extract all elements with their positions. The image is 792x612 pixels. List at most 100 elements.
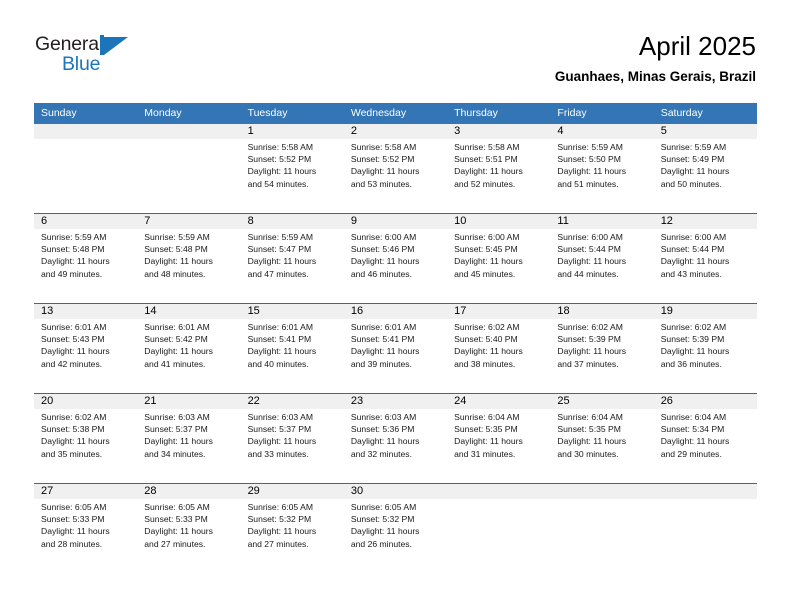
day-cell[interactable]: Sunrise: 6:01 AM Sunset: 5:43 PM Daylight:… xyxy=(34,319,137,393)
day-number[interactable]: 13 xyxy=(34,304,137,319)
day-number[interactable]: 23 xyxy=(344,394,447,409)
daylight-text-line2: and 38 minutes. xyxy=(454,358,516,369)
day-number[interactable]: 26 xyxy=(654,394,757,409)
day-number[interactable]: 2 xyxy=(344,124,447,139)
day-number[interactable]: 27 xyxy=(34,484,137,499)
day-cell[interactable]: Sunrise: 6:02 AM Sunset: 5:39 PM Daylight:… xyxy=(550,319,653,393)
daylight-text-line1: Daylight: 11 hours xyxy=(557,256,627,267)
daylight-text-line1: Daylight: 11 hours xyxy=(350,346,420,357)
day-number[interactable]: 7 xyxy=(137,214,240,229)
day-number[interactable]: 18 xyxy=(550,304,653,319)
day-number[interactable]: 6 xyxy=(34,214,137,229)
day-cell[interactable]: Sunrise: 5:58 AM Sunset: 5:51 PM Daylight:… xyxy=(447,139,550,213)
sunrise-text: Sunrise: 6:05 AM xyxy=(350,502,417,512)
day-cell[interactable]: Sunrise: 6:01 AM Sunset: 5:41 PM Daylight:… xyxy=(241,319,344,393)
day-number[interactable]: 29 xyxy=(241,484,344,499)
day-number[interactable]: 11 xyxy=(550,214,653,229)
day-number[interactable]: 28 xyxy=(137,484,240,499)
day-number[interactable]: 30 xyxy=(344,484,447,499)
day-cell[interactable]: Sunrise: 6:05 AM Sunset: 5:32 PM Daylight:… xyxy=(344,499,447,573)
daylight-text-line2: and 27 minutes. xyxy=(144,538,206,549)
sunrise-text: Sunrise: 5:59 AM xyxy=(660,142,727,152)
daylight-text-line1: Daylight: 11 hours xyxy=(247,526,317,537)
day-cell[interactable]: Sunrise: 6:02 AM Sunset: 5:38 PM Daylight:… xyxy=(34,409,137,483)
day-cell[interactable]: Sunrise: 6:00 AM Sunset: 5:45 PM Daylight:… xyxy=(447,229,550,303)
day-cell[interactable]: Sunrise: 5:59 AM Sunset: 5:47 PM Daylight:… xyxy=(241,229,344,303)
sunrise-text: Sunrise: 6:03 AM xyxy=(350,412,417,422)
day-cell-empty xyxy=(34,139,137,213)
day-number[interactable]: 3 xyxy=(447,124,550,139)
daylight-text-line1: Daylight: 11 hours xyxy=(454,346,523,357)
sunrise-text: Sunrise: 6:05 AM xyxy=(41,502,107,512)
week-detail-strip: Sunrise: 6:02 AM Sunset: 5:38 PM Daylight:… xyxy=(34,409,757,483)
daylight-text-line2: and 41 minutes. xyxy=(144,358,206,369)
day-number[interactable]: 22 xyxy=(241,394,344,409)
day-cell[interactable]: Sunrise: 6:00 AM Sunset: 5:44 PM Daylight:… xyxy=(550,229,653,303)
daylight-text-line2: and 47 minutes. xyxy=(247,268,309,279)
day-cell[interactable]: Sunrise: 6:04 AM Sunset: 5:34 PM Daylight:… xyxy=(654,409,757,483)
generalblue-logo[interactable]: General Blue xyxy=(35,33,155,81)
day-number[interactable]: 25 xyxy=(550,394,653,409)
sunset-text: Sunset: 5:32 PM xyxy=(350,514,415,525)
week-detail-strip: Sunrise: 5:59 AM Sunset: 5:48 PM Daylight:… xyxy=(34,229,757,303)
sunrise-text: Sunrise: 6:00 AM xyxy=(557,232,623,242)
day-cell[interactable]: Sunrise: 6:01 AM Sunset: 5:41 PM Daylight:… xyxy=(344,319,447,393)
day-number[interactable]: 20 xyxy=(34,394,137,409)
day-number[interactable]: 5 xyxy=(654,124,757,139)
day-cell[interactable]: Sunrise: 6:03 AM Sunset: 5:37 PM Daylight:… xyxy=(137,409,240,483)
day-number[interactable]: 9 xyxy=(344,214,447,229)
day-number[interactable]: 8 xyxy=(241,214,344,229)
day-cell[interactable]: Sunrise: 6:05 AM Sunset: 5:33 PM Daylight:… xyxy=(137,499,240,573)
day-cell[interactable]: Sunrise: 6:03 AM Sunset: 5:36 PM Daylight:… xyxy=(344,409,447,483)
day-cell[interactable]: Sunrise: 5:59 AM Sunset: 5:50 PM Daylight:… xyxy=(550,139,653,213)
weekday-header-wednesday: Wednesday xyxy=(350,107,407,119)
day-cell[interactable]: Sunrise: 5:58 AM Sunset: 5:52 PM Daylight:… xyxy=(241,139,344,213)
sunset-text: Sunset: 5:48 PM xyxy=(41,244,105,255)
sunset-text: Sunset: 5:38 PM xyxy=(41,424,105,435)
daylight-text-line2: and 53 minutes. xyxy=(350,178,412,189)
sunrise-text: Sunrise: 5:58 AM xyxy=(454,142,520,152)
day-cell[interactable]: Sunrise: 6:03 AM Sunset: 5:37 PM Daylight:… xyxy=(241,409,344,483)
day-number[interactable]: 12 xyxy=(654,214,757,229)
day-number[interactable]: 4 xyxy=(550,124,653,139)
day-number[interactable]: 15 xyxy=(241,304,344,319)
day-number[interactable]: 10 xyxy=(447,214,550,229)
day-cell[interactable]: Sunrise: 5:59 AM Sunset: 5:49 PM Daylight:… xyxy=(654,139,757,213)
day-cell[interactable]: Sunrise: 6:05 AM Sunset: 5:32 PM Daylight:… xyxy=(241,499,344,573)
day-cell[interactable]: Sunrise: 5:59 AM Sunset: 5:48 PM Daylight:… xyxy=(137,229,240,303)
sunset-text: Sunset: 5:45 PM xyxy=(454,244,518,255)
day-cell[interactable]: Sunrise: 5:59 AM Sunset: 5:48 PM Daylight:… xyxy=(34,229,137,303)
sunrise-text: Sunrise: 5:59 AM xyxy=(144,232,210,242)
day-cell[interactable]: Sunrise: 6:01 AM Sunset: 5:42 PM Daylight:… xyxy=(137,319,240,393)
day-cell[interactable]: Sunrise: 6:05 AM Sunset: 5:33 PM Daylight:… xyxy=(34,499,137,573)
day-cell[interactable]: Sunrise: 6:00 AM Sunset: 5:44 PM Daylight:… xyxy=(654,229,757,303)
title-block: April 2025 Guanhaes, Minas Gerais, Brazi… xyxy=(555,30,756,86)
day-cell[interactable]: Sunrise: 6:04 AM Sunset: 5:35 PM Daylight:… xyxy=(447,409,550,483)
day-cell[interactable]: Sunrise: 6:02 AM Sunset: 5:39 PM Daylight:… xyxy=(654,319,757,393)
daylight-text-line1: Daylight: 11 hours xyxy=(454,436,523,447)
daylight-text-line2: and 34 minutes. xyxy=(144,448,206,459)
day-number[interactable]: 19 xyxy=(654,304,757,319)
day-number[interactable]: 21 xyxy=(137,394,240,409)
daylight-text-line2: and 29 minutes. xyxy=(660,448,722,459)
day-cell[interactable]: Sunrise: 6:02 AM Sunset: 5:40 PM Daylight:… xyxy=(447,319,550,393)
week-date-strip: 20 21 22 23 24 25 26 xyxy=(34,394,757,409)
day-cell[interactable]: Sunrise: 5:58 AM Sunset: 5:52 PM Daylight:… xyxy=(344,139,447,213)
day-number[interactable]: 24 xyxy=(447,394,550,409)
sunset-text: Sunset: 5:43 PM xyxy=(41,334,105,345)
daylight-text-line1: Daylight: 11 hours xyxy=(41,256,110,267)
daylight-text-line1: Daylight: 11 hours xyxy=(247,166,317,177)
day-number[interactable]: 14 xyxy=(137,304,240,319)
day-number[interactable]: 1 xyxy=(241,124,344,139)
sunrise-text: Sunrise: 6:00 AM xyxy=(454,232,520,242)
sunrise-text: Sunrise: 6:01 AM xyxy=(144,322,210,332)
day-cell[interactable]: Sunrise: 6:00 AM Sunset: 5:46 PM Daylight:… xyxy=(344,229,447,303)
calendar-week-row: 1 2 3 4 5 Sunrise: 5:58 AM Sunset: 5:52 PM Dayl… xyxy=(34,124,757,213)
daylight-text-line1: Daylight: 11 hours xyxy=(247,436,317,447)
weekday-header-tuesday: Tuesday xyxy=(247,107,288,119)
day-number[interactable]: 16 xyxy=(344,304,447,319)
daylight-text-line2: and 27 minutes. xyxy=(247,538,309,549)
daylight-text-line1: Daylight: 11 hours xyxy=(557,436,627,447)
day-cell[interactable]: Sunrise: 6:04 AM Sunset: 5:35 PM Daylight:… xyxy=(550,409,653,483)
day-number[interactable]: 17 xyxy=(447,304,550,319)
